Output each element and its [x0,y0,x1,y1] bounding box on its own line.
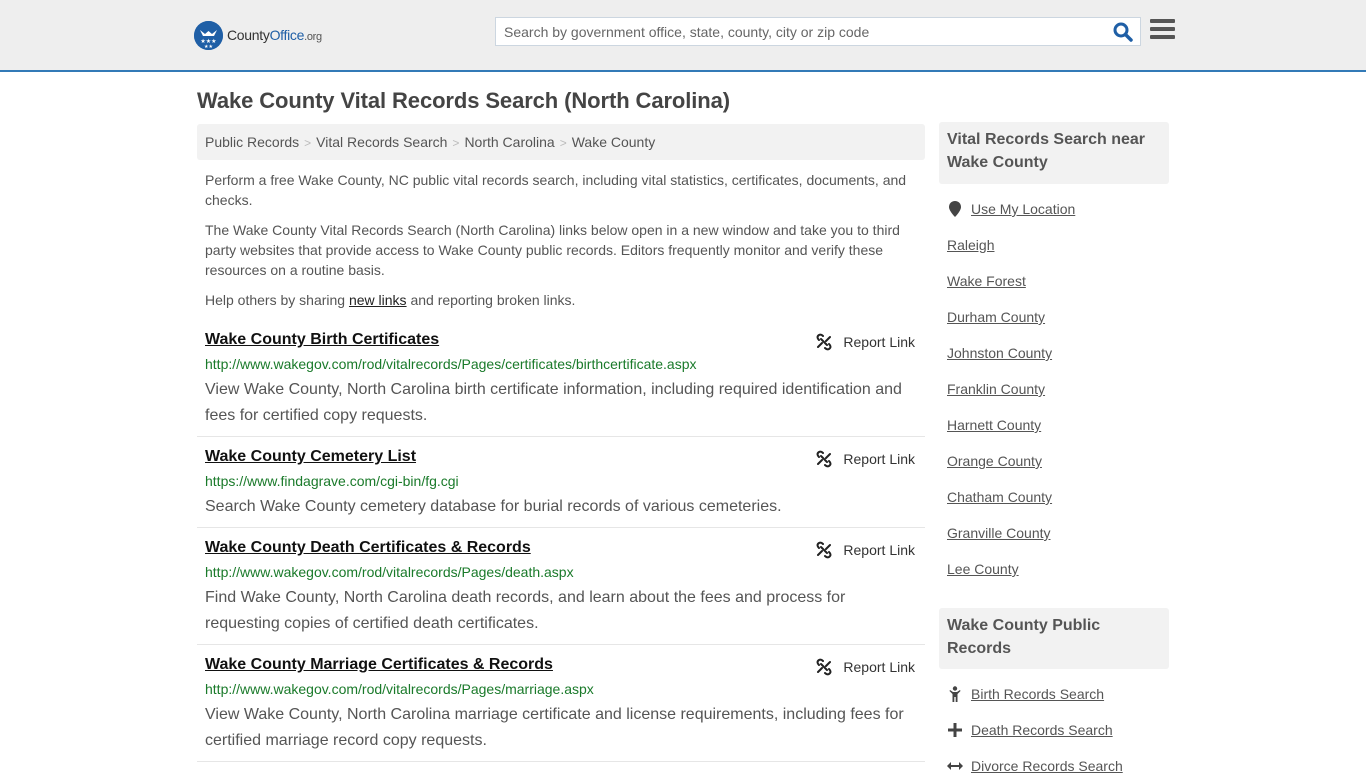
disclaimer-paragraph: The Wake County Vital Records Search (No… [205,222,900,278]
public-record-item: Divorce Records Search [947,758,1123,774]
result-url: http://www.wakegov.com/rod/vitalrecords/… [205,356,697,372]
birth-records-search-link[interactable]: Birth Records Search [971,686,1104,702]
plus-icon [947,723,963,737]
nearby-link-lee-county[interactable]: Lee County [947,561,1019,577]
nearby-link-durham-county[interactable]: Durham County [947,309,1045,325]
nearby-link-orange-county[interactable]: Orange County [947,453,1042,469]
result-description: View Wake County, North Carolina marriag… [205,706,904,749]
result-item: Wake County Birth Certificates Report Li… [197,331,925,437]
divorce-records-search-link[interactable]: Divorce Records Search [971,758,1123,774]
site-search [495,17,1141,46]
share-text: Help others by sharing [205,292,349,308]
share-text-end: and reporting broken links. [406,292,576,308]
result-title-link[interactable]: Wake County Birth Certificates [205,331,439,349]
hamburger-menu-icon[interactable] [1150,19,1175,41]
use-my-location: Use My Location [947,201,1075,217]
report-link-button[interactable]: Report Link [815,541,915,559]
breadcrumb-separator: > [559,136,567,150]
page-title: Wake County Vital Records Search (North … [197,88,730,113]
eagle-logo-icon: ★★★ ★★ [194,20,223,50]
breadcrumb-vital-records-search[interactable]: Vital Records Search [316,134,447,150]
broken-link-icon [816,450,832,468]
breadcrumb-north-carolina[interactable]: North Carolina [464,134,554,150]
public-records-heading: Wake County Public Records [939,608,1169,669]
report-link-button[interactable]: Report Link [815,450,915,468]
nearby-link-granville-county[interactable]: Granville County [947,525,1051,541]
breadcrumb-separator: > [452,136,460,150]
result-item: Wake County Cemetery List Report Link ht… [197,448,925,528]
breadcrumb: Public Records > Vital Records Search > Nort… [197,124,925,160]
death-records-search-link[interactable]: Death Records Search [971,722,1113,738]
result-description: View Wake County, North Carolina birth c… [205,381,902,424]
result-title-link[interactable]: Wake County Death Certificates & Records [205,539,531,557]
breadcrumb-separator: > [304,136,312,150]
report-link-button[interactable]: Report Link [815,658,915,676]
breadcrumb-wake-county[interactable]: Wake County [572,134,656,150]
result-description: Search Wake County cemetery database for… [205,498,782,515]
report-link-label: Report Link [843,451,915,467]
use-my-location-link[interactable]: Use My Location [971,201,1075,217]
result-url: http://www.wakegov.com/rod/vitalrecords/… [205,564,574,580]
result-url: http://www.wakegov.com/rod/vitalrecords/… [205,681,594,697]
logo-wordmark: CountyOffice.org [227,27,322,43]
new-links-link[interactable]: new links [349,292,407,308]
public-record-item: Death Records Search [947,722,1113,738]
broken-link-icon [816,333,832,351]
nearby-link-wake-forest[interactable]: Wake Forest [947,273,1026,289]
result-description: Find Wake County, North Carolina death r… [205,589,846,632]
report-link-button[interactable]: Report Link [815,333,915,351]
search-icon[interactable] [1112,21,1134,43]
intro-paragraph: Perform a free Wake County, NC public vi… [205,172,907,208]
svg-text:★★: ★★ [204,44,213,50]
report-link-label: Report Link [843,542,915,558]
child-icon [947,686,963,702]
result-url: https://www.findagrave.com/cgi-bin/fg.cg… [205,473,459,489]
nearby-heading: Vital Records Search near Wake County [939,122,1169,184]
map-marker-icon [947,201,963,217]
result-title-link[interactable]: Wake County Cemetery List [205,448,416,466]
share-paragraph: Help others by sharing new links and rep… [205,290,915,310]
nearby-link-raleigh[interactable]: Raleigh [947,237,994,253]
arrows-horizontal-icon [947,761,963,771]
result-item: Wake County Marriage Certificates & Reco… [197,656,925,762]
breadcrumb-public-records[interactable]: Public Records [205,134,299,150]
nearby-link-franklin-county[interactable]: Franklin County [947,381,1045,397]
nearby-link-johnston-county[interactable]: Johnston County [947,345,1052,361]
nearby-link-chatham-county[interactable]: Chatham County [947,489,1052,505]
public-record-item: Birth Records Search [947,686,1104,702]
report-link-label: Report Link [843,334,915,350]
search-input[interactable] [496,18,1106,45]
nearby-link-harnett-county[interactable]: Harnett County [947,417,1041,433]
site-logo[interactable]: ★★★ ★★ CountyOffice.org [194,20,322,50]
result-item: Wake County Death Certificates & Records… [197,539,925,645]
result-title-link[interactable]: Wake County Marriage Certificates & Reco… [205,656,553,674]
broken-link-icon [816,541,832,559]
broken-link-icon [816,658,832,676]
report-link-label: Report Link [843,659,915,675]
site-header: ★★★ ★★ CountyOffice.org [0,0,1366,72]
